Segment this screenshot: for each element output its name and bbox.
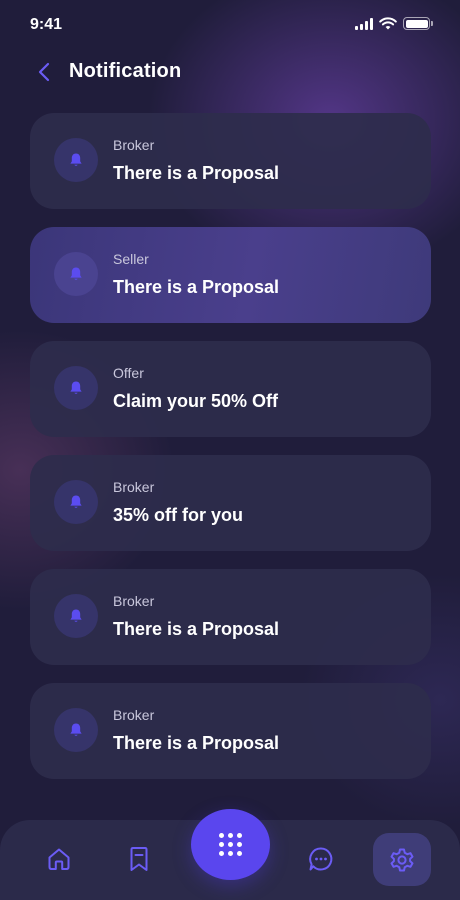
nav-settings-button[interactable]	[373, 833, 431, 886]
battery-icon	[403, 17, 433, 30]
notification-sender: Broker	[113, 593, 155, 609]
notification-sender: Broker	[113, 137, 155, 153]
bell-icon	[70, 153, 82, 166]
notification-card[interactable]: Broker 35% off for you	[30, 455, 431, 551]
notification-list: Broker There is a Proposal Seller There …	[30, 113, 431, 797]
settings-icon	[390, 848, 414, 871]
bell-icon-badge	[54, 708, 98, 752]
bell-icon	[70, 609, 82, 622]
notification-message: 35% off for you	[113, 505, 244, 525]
bell-icon-badge	[54, 594, 98, 638]
chat-icon	[309, 847, 333, 871]
header: Notification	[0, 52, 460, 92]
signal-icon	[355, 17, 373, 30]
notification-message: There is a Proposal	[113, 277, 280, 297]
notification-sender: Offer	[113, 365, 144, 381]
notification-message: There is a Proposal	[113, 163, 280, 183]
nav-chat-button[interactable]	[302, 840, 340, 878]
notification-message: There is a Proposal	[113, 733, 280, 753]
notification-message: There is a Proposal	[113, 619, 280, 639]
status-time: 9:41	[30, 16, 63, 33]
bell-icon	[70, 381, 82, 394]
notification-sender: Broker	[113, 479, 155, 495]
bell-icon-badge	[54, 252, 98, 296]
notification-sender: Seller	[113, 251, 149, 267]
bookmark-icon	[130, 847, 148, 871]
bell-icon-badge	[54, 366, 98, 410]
notification-card[interactable]: Broker There is a Proposal	[30, 683, 431, 779]
page-title: Notification	[69, 60, 182, 82]
bell-icon-badge	[54, 138, 98, 182]
notification-sender: Broker	[113, 707, 155, 723]
notification-card[interactable]: Broker There is a Proposal	[30, 113, 431, 209]
chevron-left-icon	[38, 62, 50, 82]
nav-bookmark-button[interactable]	[120, 840, 158, 878]
menu-grid-button[interactable]	[191, 809, 270, 880]
home-icon	[48, 848, 70, 870]
bell-icon	[70, 495, 82, 508]
back-button[interactable]	[30, 58, 58, 86]
status-bar: 9:41	[0, 0, 460, 50]
grid-menu-icon	[219, 833, 242, 856]
notification-card[interactable]: Offer Claim your 50% Off	[30, 341, 431, 437]
status-icons	[355, 17, 433, 30]
bell-icon	[70, 723, 82, 736]
bell-icon	[70, 267, 82, 280]
notification-message: Claim your 50% Off	[113, 391, 279, 411]
wifi-icon	[379, 17, 397, 30]
notification-card[interactable]: Seller There is a Proposal	[30, 227, 431, 323]
nav-home-button[interactable]	[40, 840, 78, 878]
notification-card[interactable]: Broker There is a Proposal	[30, 569, 431, 665]
bell-icon-badge	[54, 480, 98, 524]
